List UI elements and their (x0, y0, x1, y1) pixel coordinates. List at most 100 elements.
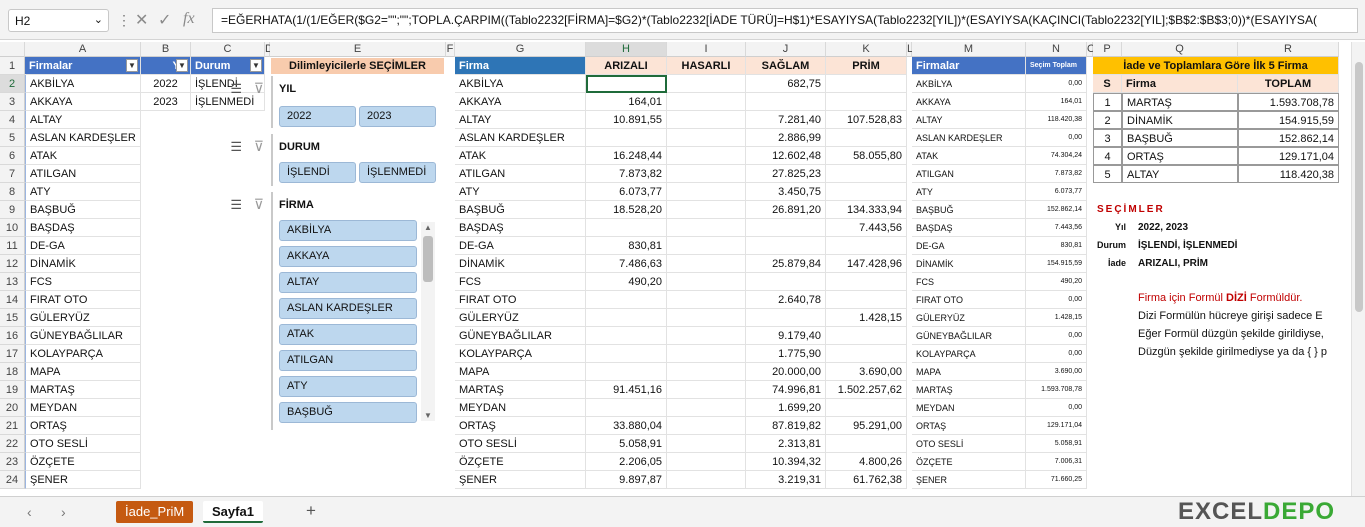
main-table-firma[interactable]: ŞENER (455, 471, 586, 489)
prev-sheet-icon[interactable]: ‹ (27, 504, 32, 520)
main-table-value[interactable] (826, 327, 907, 345)
main-table-value[interactable] (667, 255, 746, 273)
top5-row-value[interactable]: ORTAŞ (1122, 147, 1238, 165)
main-table-value[interactable] (667, 273, 746, 291)
totals-row-value[interactable]: 830,81 (1026, 237, 1087, 255)
table-row-firma[interactable]: ATY (25, 183, 141, 201)
main-table-value[interactable]: 4.800,26 (826, 453, 907, 471)
main-table-value[interactable]: 1.502.257,62 (826, 381, 907, 399)
top5-row-value[interactable]: 154.915,59 (1238, 111, 1339, 129)
totals-row-firma[interactable]: ALTAY (912, 111, 1026, 129)
main-table-value[interactable] (826, 435, 907, 453)
main-table-value[interactable] (667, 291, 746, 309)
name-box[interactable]: H2 ⌄ (8, 9, 109, 32)
slicer-firma-item[interactable]: ATILGAN (279, 350, 417, 371)
column-header-i[interactable]: I (667, 42, 746, 57)
select-all-corner[interactable] (0, 42, 25, 57)
main-table-value[interactable]: 87.819,82 (746, 417, 826, 435)
totals-row-value[interactable]: 0,00 (1026, 327, 1087, 345)
main-table-header-h[interactable]: ARIZALI (586, 57, 667, 75)
totals-row-firma[interactable]: ŞENER (912, 471, 1026, 489)
totals-row-firma[interactable]: KOLAYPARÇA (912, 345, 1026, 363)
main-table-firma[interactable]: DİNAMİK (455, 255, 586, 273)
main-table-header-j[interactable]: SAĞLAM (746, 57, 826, 75)
top5-row-value[interactable]: DİNAMİK (1122, 111, 1238, 129)
filter-dropdown-icon[interactable]: ▼ (176, 59, 188, 72)
main-table-value[interactable]: 2.640,78 (746, 291, 826, 309)
main-table-value[interactable] (586, 129, 667, 147)
totals-row-value[interactable]: 118.420,38 (1026, 111, 1087, 129)
top5-row-value[interactable]: 129.171,04 (1238, 147, 1339, 165)
column-header-h[interactable]: H (586, 42, 667, 57)
main-table-value[interactable] (826, 273, 907, 291)
more-options-icon[interactable]: ⋮ (117, 12, 131, 29)
main-table-firma[interactable]: AKBİLYA (455, 75, 586, 93)
main-table-value[interactable]: 58.055,80 (826, 147, 907, 165)
row-header-5[interactable]: 5 (0, 129, 25, 147)
vertical-scrollbar[interactable] (1351, 42, 1365, 496)
table-row-firma[interactable]: OTO SESLİ (25, 435, 141, 453)
top5-header[interactable]: Firma (1122, 75, 1238, 93)
table-row-firma[interactable]: ATILGAN (25, 165, 141, 183)
main-table-value[interactable]: 61.762,38 (826, 471, 907, 489)
totals-row-value[interactable]: 154.915,59 (1026, 255, 1087, 273)
table-row-firma[interactable]: ÖZÇETE (25, 453, 141, 471)
main-table-value[interactable] (826, 291, 907, 309)
totals-header-secim-toplam[interactable]: Seçim Toplam (1026, 57, 1087, 75)
main-table-firma[interactable]: MAPA (455, 363, 586, 381)
main-table-firma[interactable]: GÜLERYÜZ (455, 309, 586, 327)
slicer-durum-islendi[interactable]: İŞLENDİ (279, 162, 356, 183)
clear-filter-icon[interactable]: ⊽ (254, 196, 264, 213)
totals-row-firma[interactable]: BAŞBUĞ (912, 201, 1026, 219)
main-table-value[interactable] (667, 363, 746, 381)
sheet-tab-iade-prim[interactable]: İade_PriM (116, 501, 194, 523)
slicer-firma-item[interactable]: ATAK (279, 324, 417, 345)
main-table-firma[interactable]: ATILGAN (455, 165, 586, 183)
top5-row-value[interactable]: 1.593.708,78 (1238, 93, 1339, 111)
row-header-24[interactable]: 24 (0, 471, 25, 489)
main-table-value[interactable]: 7.281,40 (746, 111, 826, 129)
row-header-4[interactable]: 4 (0, 111, 25, 129)
totals-row-firma[interactable]: GÜLERYÜZ (912, 309, 1026, 327)
main-table-value[interactable]: 7.443,56 (826, 219, 907, 237)
totals-row-value[interactable]: 1.428,15 (1026, 309, 1087, 327)
totals-row-value[interactable]: 71.660,25 (1026, 471, 1087, 489)
totals-row-firma[interactable]: MEYDAN (912, 399, 1026, 417)
main-table-value[interactable]: 2.886,99 (746, 129, 826, 147)
main-table-value[interactable] (667, 165, 746, 183)
top5-row-value[interactable]: MARTAŞ (1122, 93, 1238, 111)
main-table-value[interactable] (667, 111, 746, 129)
main-table-value[interactable]: 1.775,90 (746, 345, 826, 363)
main-table-value[interactable]: 10.891,55 (586, 111, 667, 129)
multi-select-icon[interactable]: ☰ (230, 139, 242, 155)
column-header-b[interactable]: B (141, 42, 191, 57)
main-table-value[interactable] (746, 309, 826, 327)
slicer-yil-2022[interactable]: 2022 (279, 106, 356, 127)
main-table-firma[interactable]: ATAK (455, 147, 586, 165)
main-table-value[interactable]: 134.333,94 (826, 201, 907, 219)
row-header-2[interactable]: 2 (0, 75, 25, 93)
totals-row-firma[interactable]: ATAK (912, 147, 1026, 165)
main-table-firma[interactable]: ORTAŞ (455, 417, 586, 435)
scroll-down-icon[interactable]: ▼ (424, 411, 432, 420)
slicer-firma-item[interactable]: ATY (279, 376, 417, 397)
totals-row-firma[interactable]: ATILGAN (912, 165, 1026, 183)
column-header-e[interactable]: E (270, 42, 446, 57)
column-header-r[interactable]: R (1238, 42, 1339, 57)
main-table-value[interactable] (826, 183, 907, 201)
sheet-tab-sayfa1[interactable]: Sayfa1 (203, 501, 263, 523)
main-table-value[interactable] (826, 399, 907, 417)
table-row-firma[interactable]: BAŞBUĞ (25, 201, 141, 219)
main-table-value[interactable]: 6.073,77 (586, 183, 667, 201)
main-table-firma[interactable]: ATY (455, 183, 586, 201)
column-header-j[interactable]: J (746, 42, 826, 57)
column-header-p[interactable]: P (1093, 42, 1122, 57)
row-header-13[interactable]: 13 (0, 273, 25, 291)
table-row-firma[interactable]: KOLAYPARÇA (25, 345, 141, 363)
column-header-f[interactable]: F (446, 42, 455, 57)
main-table-firma[interactable]: MEYDAN (455, 399, 586, 417)
totals-row-value[interactable]: 1.593.708,78 (1026, 381, 1087, 399)
main-table-value[interactable]: 3.219,31 (746, 471, 826, 489)
main-table-value[interactable]: 20.000,00 (746, 363, 826, 381)
main-table-value[interactable]: 16.248,44 (586, 147, 667, 165)
